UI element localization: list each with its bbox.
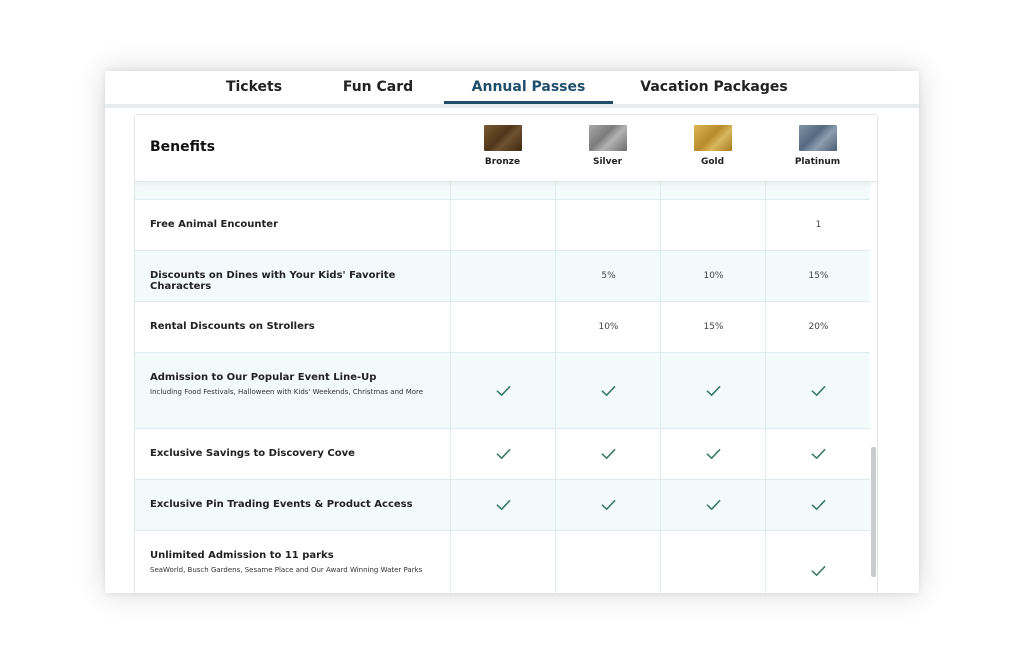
benefits-title: Benefits (150, 139, 216, 155)
platinum-swatch-icon (798, 125, 837, 151)
cell-platinum (765, 353, 871, 428)
cell-silver (555, 531, 661, 593)
cell-silver: 5% (555, 251, 661, 301)
check-icon (706, 448, 721, 460)
table-row: Rental Discounts on Strollers 10% 15% 20… (135, 302, 870, 353)
tier-bronze: Bronze (450, 125, 555, 167)
check-icon (706, 499, 721, 511)
row-title: Discounts on Dines with Your Kids' Favor… (150, 270, 396, 292)
cell-platinum (765, 480, 871, 530)
benefits-rows: Free Animal Encounter 1 Discounts on Din… (135, 181, 877, 593)
cell-gold: 10% (660, 251, 766, 301)
check-icon (811, 385, 826, 397)
cell-bronze (450, 429, 556, 479)
cell-gold (660, 531, 766, 593)
cell-silver (555, 353, 661, 428)
cell-gold (660, 480, 766, 530)
cell-platinum: 15% (765, 251, 871, 301)
table-row: Admission to Our Popular Event Line-Up I… (135, 353, 870, 429)
table-row: Free Animal Encounter 1 (135, 200, 870, 251)
row-title: Exclusive Pin Trading Events & Product A… (150, 499, 413, 510)
cell-platinum: 20% (765, 302, 871, 352)
table-row: Exclusive Pin Trading Events & Product A… (135, 480, 870, 531)
check-icon (601, 448, 616, 460)
cell-platinum (765, 181, 871, 199)
cell-platinum (765, 531, 871, 593)
cell-gold (660, 181, 766, 199)
cell-gold (660, 200, 766, 250)
tab-annual-passes[interactable]: Annual Passes (444, 71, 613, 104)
tab-vacation-packages[interactable]: Vacation Packages (640, 71, 788, 104)
table-row: Exclusive Savings to Discovery Cove (135, 429, 870, 480)
row-title: Rental Discounts on Strollers (150, 321, 315, 332)
cell-silver: 10% (555, 302, 661, 352)
row-label: Rental Discounts on Strollers (150, 321, 440, 332)
tier-silver: Silver (555, 125, 660, 167)
row-label: Admission to Our Popular Event Line-Up I… (150, 372, 440, 398)
tier-label-gold: Gold (700, 157, 725, 167)
row-title: Unlimited Admission to 11 parks (150, 550, 334, 561)
tier-label-bronze: Bronze (484, 157, 521, 167)
cell-bronze (450, 200, 556, 250)
check-icon (496, 385, 511, 397)
cell-bronze (450, 302, 556, 352)
annual-passes-window: Tickets Fun Card Annual Passes Vacation … (105, 71, 919, 593)
tier-platinum: Platinum (765, 125, 870, 167)
row-subtitle: SeaWorld, Busch Gardens, Sesame Place an… (150, 566, 423, 574)
check-icon (811, 499, 826, 511)
cell-silver (555, 480, 661, 530)
cell-bronze (450, 531, 556, 593)
cell-bronze (450, 353, 556, 428)
cell-gold (660, 353, 766, 428)
row-label: Discounts on Dines with Your Kids' Favor… (150, 270, 440, 292)
cell-bronze (450, 251, 556, 301)
tab-bar: Tickets Fun Card Annual Passes Vacation … (105, 71, 919, 105)
cell-gold (660, 429, 766, 479)
row-title: Exclusive Savings to Discovery Cove (150, 448, 355, 459)
check-icon (811, 448, 826, 460)
row-title: Free Animal Encounter (150, 219, 279, 230)
table-scrollbar[interactable] (870, 181, 877, 593)
tab-divider (105, 104, 919, 108)
tier-label-silver: Silver (592, 157, 623, 167)
tier-gold: Gold (660, 125, 765, 167)
benefits-table-header: Benefits Bronze Silver Gold Platinum (135, 115, 877, 182)
tab-tickets[interactable]: Tickets (209, 71, 299, 104)
benefits-table: Benefits Bronze Silver Gold Platinum Fre… (134, 114, 878, 593)
check-icon (496, 499, 511, 511)
row-label: Unlimited Admission to 11 parks SeaWorld… (150, 550, 440, 576)
check-icon (496, 448, 511, 460)
check-icon (706, 385, 721, 397)
cell-bronze (450, 480, 556, 530)
check-icon (601, 385, 616, 397)
bronze-swatch-icon (483, 125, 522, 151)
check-icon (601, 499, 616, 511)
row-label: Exclusive Savings to Discovery Cove (150, 448, 440, 459)
cell-gold: 15% (660, 302, 766, 352)
row-label: Free Animal Encounter (150, 219, 440, 230)
row-title: Admission to Our Popular Event Line-Up (150, 372, 377, 383)
table-row (135, 181, 870, 200)
tab-fun-card[interactable]: Fun Card (333, 71, 423, 104)
gold-swatch-icon (693, 125, 732, 151)
cell-silver (555, 200, 661, 250)
cell-platinum (765, 429, 871, 479)
cell-silver (555, 181, 661, 199)
check-icon (811, 565, 826, 577)
table-row: Discounts on Dines with Your Kids' Favor… (135, 251, 870, 302)
cell-platinum: 1 (765, 200, 871, 250)
scrollbar-thumb[interactable] (871, 447, 876, 577)
silver-swatch-icon (588, 125, 627, 151)
cell-bronze (450, 181, 556, 199)
row-subtitle: Including Food Festivals, Halloween with… (150, 388, 424, 396)
tier-label-platinum: Platinum (794, 157, 841, 167)
cell-silver (555, 429, 661, 479)
row-label: Exclusive Pin Trading Events & Product A… (150, 499, 440, 510)
table-row: Unlimited Admission to 11 parks SeaWorld… (135, 531, 870, 593)
